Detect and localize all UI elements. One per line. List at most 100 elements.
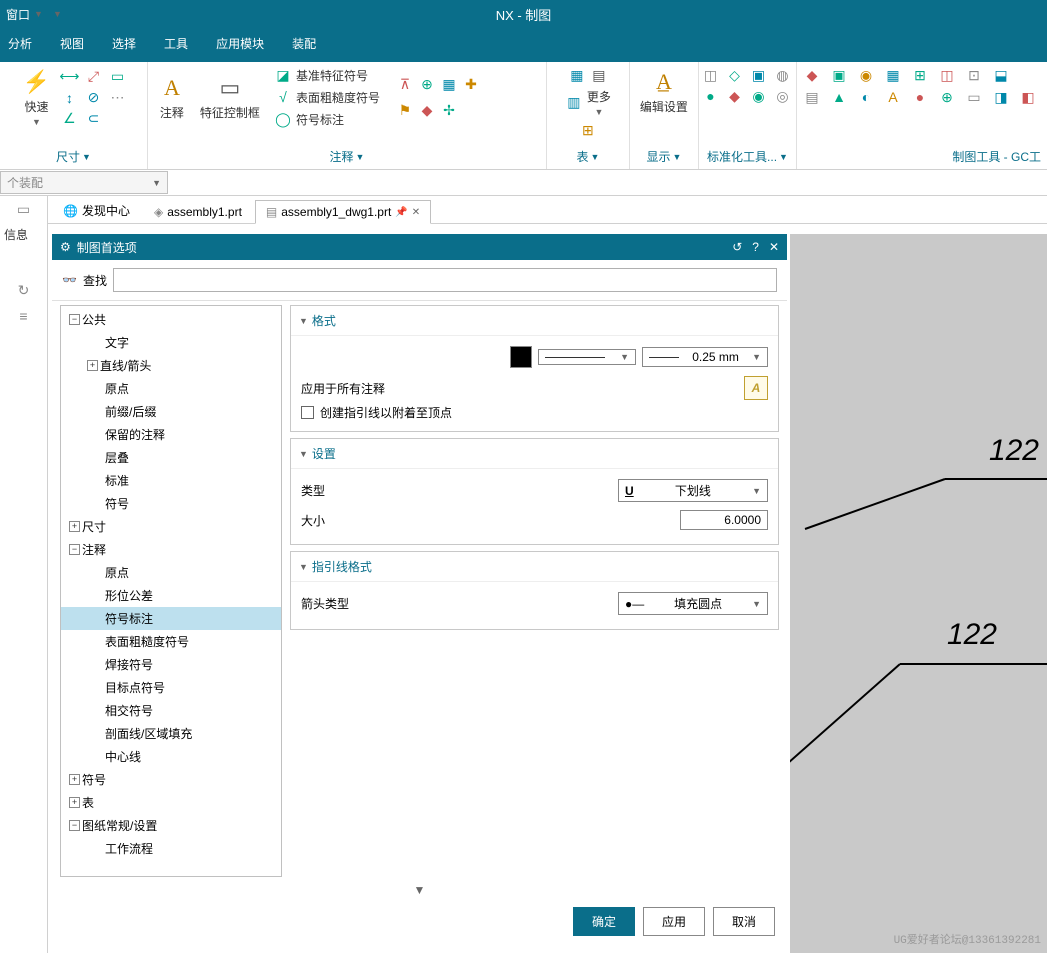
tree-node-balloon[interactable]: 符号标注 [61,607,281,630]
tool-icon[interactable]: ◎ [774,87,792,105]
surface-finish-button[interactable]: √表面粗糙度符号 [274,88,380,106]
tree-node[interactable]: 原点 [61,377,281,400]
create-leader-checkbox[interactable]: 创建指引线以附着至顶点 [301,404,768,421]
assembly-combo[interactable]: 个装配 ▼ [0,171,168,194]
section-header[interactable]: ▼指引线格式 [291,552,778,582]
dim-icon[interactable]: ▭ [108,68,126,86]
collapse-icon[interactable]: − [69,820,80,831]
tree-node[interactable]: 相交符号 [61,699,281,722]
ribbon-label-annotation[interactable]: 注释▼ [329,146,364,167]
gc-icon[interactable]: ⊡ [965,66,983,84]
tree-node[interactable]: 符号 [61,492,281,515]
more-button[interactable]: 更多▼ [587,88,611,117]
resource-icon[interactable]: ≡ [0,303,47,329]
collapse-icon[interactable]: − [69,544,80,555]
help-icon[interactable]: ? [752,240,759,254]
tab-assembly1-dwg[interactable]: ▤assembly1_dwg1.prt📌✕ [255,200,431,224]
section-header[interactable]: ▼格式 [291,306,778,336]
paint-icon[interactable]: ◆ [418,101,436,119]
preferences-tree[interactable]: −公共 文字 +直线/箭头 原点 前缀/后缀 保留的注释 层叠 标准 符号 +尺… [60,305,282,877]
table-icon[interactable]: ▦ [568,66,586,84]
gc-icon[interactable]: ▤ [803,88,821,106]
gc-icon[interactable]: ◨ [992,88,1010,106]
resource-icon[interactable]: ▭ [0,196,47,222]
tree-node-common[interactable]: −公共 [61,308,281,331]
dim-icon[interactable]: ⟷ [60,68,78,86]
quick-dim-button[interactable]: ⚡ 快速 ▼ [18,66,54,129]
target-icon[interactable]: ⊕ [418,75,436,93]
dim-icon[interactable]: ↕ [60,89,78,107]
gc-icon[interactable]: ▭ [965,88,983,106]
tree-node-dimension[interactable]: +尺寸 [61,515,281,538]
expand-icon[interactable]: + [69,521,80,532]
dim-icon[interactable]: ⊂ [84,110,102,128]
cross-icon[interactable]: ✢ [440,101,458,119]
tree-node[interactable]: 工作流程 [61,837,281,860]
size-input[interactable] [680,510,768,530]
tree-node[interactable]: 前缀/后缀 [61,400,281,423]
menu-tools[interactable]: 工具 [164,35,188,52]
edit-settings-button[interactable]: A̲ 编辑设置 [636,66,692,117]
gc-icon[interactable]: A [884,88,902,106]
apply-button[interactable]: 应用 [643,907,705,936]
color-swatch[interactable] [510,346,532,368]
tool-icon[interactable]: ◍ [774,66,792,84]
weld-icon[interactable]: ⊼ [396,75,414,93]
tree-node[interactable]: 中心线 [61,745,281,768]
gc-icon[interactable]: ◫ [938,66,956,84]
section-header[interactable]: ▼设置 [291,439,778,469]
tool-icon[interactable]: ▣ [750,66,768,84]
gc-icon[interactable]: ▣ [830,66,848,84]
menu-assembly[interactable]: 装配 [292,35,316,52]
dim-icon[interactable] [108,110,126,128]
tree-node[interactable]: 原点 [61,561,281,584]
tree-node-annotation[interactable]: −注释 [61,538,281,561]
expand-icon[interactable]: + [69,797,80,808]
parts-list-icon[interactable]: ▥ [565,94,583,112]
feature-frame-button[interactable]: ▭ 特征控制框 [196,72,264,123]
datum-symbol-button[interactable]: ◪基准特征符号 [274,66,380,84]
tree-node[interactable]: +直线/箭头 [61,354,281,377]
tree-node[interactable]: 文字 [61,331,281,354]
linetype-dropdown[interactable]: ▼ [538,349,636,365]
tree-node-drawing[interactable]: −图纸常规/设置 [61,814,281,837]
search-input[interactable] [113,268,777,292]
linewidth-dropdown[interactable]: 0.25 mm▼ [642,347,768,367]
tree-node[interactable]: 保留的注释 [61,423,281,446]
tree-node[interactable]: 剖面线/区域填充 [61,722,281,745]
dim-icon[interactable]: ∠ [60,110,78,128]
ribbon-label-table[interactable]: 表▼ [576,146,599,167]
ok-button[interactable]: 确定 [573,907,635,936]
menu-analyze[interactable]: 分析 [8,35,32,52]
gc-icon[interactable]: ◉ [857,66,875,84]
tree-node[interactable]: 标准 [61,469,281,492]
tree-node[interactable]: 层叠 [61,446,281,469]
tool-icon[interactable]: ◇ [726,66,744,84]
apply-all-button[interactable]: A [744,376,768,400]
window-menu[interactable]: 窗口 ▼ ▼ [6,6,62,23]
gc-icon[interactable]: ▲ [830,88,848,106]
arrow-type-dropdown[interactable]: ●—填充圆点▼ [618,592,768,615]
gc-icon[interactable]: ⊞ [911,66,929,84]
grid-icon[interactable]: ▤ [590,66,608,84]
reset-icon[interactable]: ↺ [732,240,742,254]
pin-icon[interactable]: 📌 [395,207,407,218]
cancel-button[interactable]: 取消 [713,907,775,936]
expand-arrow[interactable]: ▼ [52,881,787,899]
resource-icon[interactable]: ↻ [0,277,47,303]
tree-node[interactable]: 焊接符号 [61,653,281,676]
cell-icon[interactable]: ⊞ [579,121,597,139]
collapse-icon[interactable]: − [69,314,80,325]
gc-icon[interactable]: ◐ [857,88,875,106]
balloon-button[interactable]: ◯符号标注 [274,110,380,128]
flag-icon[interactable]: ⚑ [396,101,414,119]
gc-icon[interactable]: ◆ [803,66,821,84]
gc-icon[interactable]: ⊕ [938,88,956,106]
menu-application[interactable]: 应用模块 [216,35,264,52]
gc-icon[interactable] [1019,66,1037,84]
expand-icon[interactable]: + [87,360,98,371]
close-icon[interactable]: ✕ [412,207,420,218]
ribbon-label-display[interactable]: 显示▼ [646,146,681,167]
gc-icon[interactable]: ◧ [1019,88,1037,106]
tool-icon[interactable]: ● [702,87,720,105]
